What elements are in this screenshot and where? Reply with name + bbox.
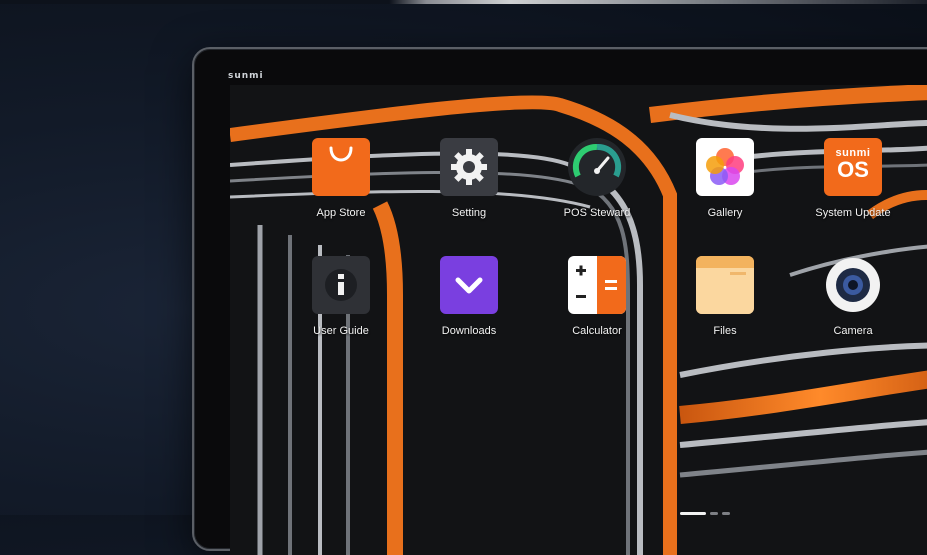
app-calculator[interactable]: Calculator	[542, 256, 652, 337]
camera-lens-icon	[824, 256, 882, 314]
app-camera[interactable]: Camera	[798, 256, 908, 337]
chevron-down-icon	[440, 256, 498, 314]
shopping-bag-icon	[312, 138, 370, 196]
app-pos-steward[interactable]: POS Steward	[542, 138, 652, 219]
calculator-icon	[568, 256, 626, 314]
app-downloads[interactable]: Downloads	[414, 256, 524, 337]
app-app-store[interactable]: App Store	[286, 138, 396, 219]
folder-icon	[696, 256, 754, 314]
page-dot-active[interactable]	[680, 511, 706, 515]
app-gallery[interactable]: Gallery	[670, 138, 780, 219]
info-icon	[312, 256, 370, 314]
app-user-guide[interactable]: User Guide	[286, 256, 396, 337]
icon-text-bottom: OS	[837, 157, 869, 182]
app-label: Files	[713, 325, 737, 337]
petals-icon	[696, 138, 754, 196]
app-setting[interactable]: Setting	[414, 138, 524, 219]
gear-icon	[440, 138, 498, 196]
speedometer-icon	[568, 138, 626, 196]
sunmi-os-icon: sunmi OS	[824, 138, 882, 196]
pos-device-frame: sunmi App Store Setting POS Steward Gall…	[192, 47, 927, 555]
app-label: Calculator	[572, 325, 622, 337]
page-indicator[interactable]	[680, 511, 730, 515]
top-frame-edge	[0, 0, 927, 4]
page-dot[interactable]	[710, 511, 718, 515]
brand-logo: sunmi	[228, 71, 264, 81]
app-label: Downloads	[441, 325, 497, 337]
app-files[interactable]: Files	[670, 256, 780, 337]
home-screen: App Store Setting POS Steward Gallery su…	[230, 85, 927, 555]
app-label: System Update	[815, 207, 891, 219]
app-label: User Guide	[313, 325, 369, 337]
app-system-update[interactable]: sunmi OS System Update	[798, 138, 908, 219]
app-label: App Store	[316, 207, 366, 219]
app-label: Camera	[833, 325, 873, 337]
app-label: Setting	[451, 207, 487, 219]
app-label: Gallery	[707, 207, 743, 219]
app-label: POS Steward	[563, 207, 631, 219]
page-dot[interactable]	[722, 511, 730, 515]
